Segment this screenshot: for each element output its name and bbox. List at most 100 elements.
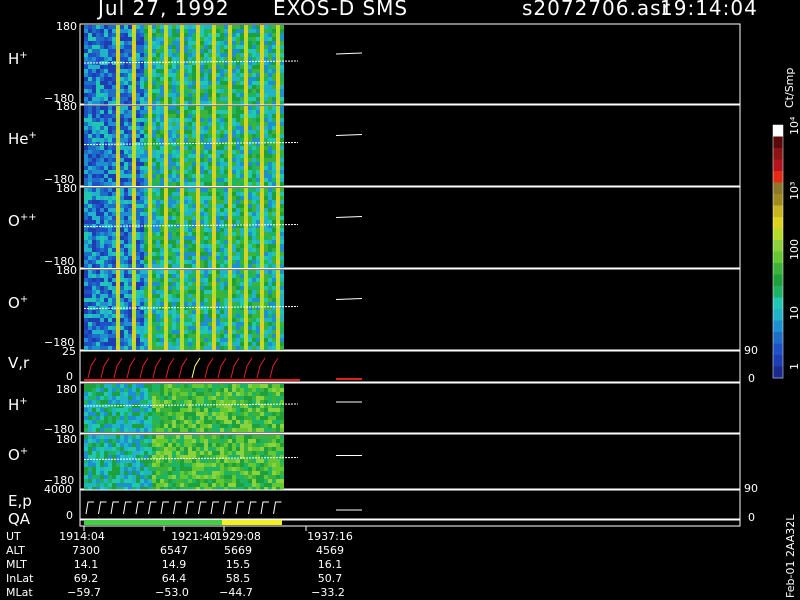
spectrogram-cell bbox=[200, 130, 204, 134]
spectrogram-cell bbox=[196, 101, 200, 105]
spectrogram-cell bbox=[100, 220, 104, 224]
spectrogram-cell bbox=[132, 260, 136, 264]
spectrogram-cell bbox=[108, 439, 112, 443]
spectrogram-cell bbox=[240, 126, 244, 130]
spectrogram-cell bbox=[168, 318, 172, 322]
spectrogram-cell bbox=[272, 342, 276, 346]
spectrogram-cell bbox=[172, 118, 176, 122]
spectrogram-cell bbox=[240, 166, 244, 170]
spectrogram-cell bbox=[216, 73, 220, 77]
spectrogram-cell bbox=[156, 302, 160, 306]
spectrogram-cell bbox=[144, 278, 148, 282]
spectrogram-cell bbox=[264, 302, 268, 306]
spectrogram-cell bbox=[256, 49, 260, 53]
spectrogram-cell bbox=[204, 97, 208, 101]
spectrogram-cell bbox=[248, 25, 252, 29]
spectrogram-cell bbox=[252, 236, 256, 240]
spectrogram-cell bbox=[180, 45, 184, 49]
spectrogram-cell bbox=[156, 126, 160, 130]
spectrogram-cell bbox=[196, 130, 200, 134]
spectrogram-cell bbox=[160, 248, 164, 252]
spectrogram-cell bbox=[96, 244, 100, 248]
spectrogram-cell bbox=[188, 270, 192, 274]
spectrogram-cell bbox=[176, 178, 180, 182]
spectrogram-cell bbox=[84, 412, 88, 416]
spectrogram-cell bbox=[196, 252, 200, 256]
spectrogram-cell bbox=[244, 114, 248, 118]
spectrogram-cell bbox=[172, 146, 176, 150]
spectrogram-cell bbox=[148, 330, 152, 334]
spectrogram-cell bbox=[232, 41, 236, 45]
spectrogram-cell bbox=[132, 420, 136, 424]
spectrogram-cell bbox=[124, 264, 128, 268]
spectrogram-cell bbox=[96, 192, 100, 196]
spectrogram-cell bbox=[204, 178, 208, 182]
spectrogram-cell bbox=[104, 170, 108, 174]
spectrogram-cell bbox=[148, 208, 152, 212]
spectrogram-cell bbox=[280, 122, 284, 126]
spectrogram-cell bbox=[216, 346, 220, 350]
spectrogram-cell bbox=[176, 475, 180, 479]
spectrogram-cell bbox=[220, 264, 224, 268]
spectrogram-cell bbox=[180, 346, 184, 350]
spectrogram-cell bbox=[236, 408, 240, 412]
spectrogram-cell bbox=[108, 25, 112, 29]
spectrogram-cell bbox=[268, 220, 272, 224]
spectrogram-cell bbox=[240, 310, 244, 314]
spectrogram-cell bbox=[196, 182, 200, 186]
spectrogram-cell bbox=[208, 314, 212, 318]
spectrogram-cell bbox=[204, 192, 208, 196]
spectrogram-cell bbox=[120, 451, 124, 455]
spectrogram-cell bbox=[148, 57, 152, 61]
spectrogram-cell bbox=[180, 338, 184, 342]
spectrogram-cell bbox=[152, 122, 156, 126]
spectrogram-cell bbox=[192, 57, 196, 61]
spectrogram-cell bbox=[172, 188, 176, 192]
spectrogram-cell bbox=[100, 424, 104, 428]
spectrogram-cell bbox=[152, 154, 156, 158]
spectrogram-cell bbox=[180, 212, 184, 216]
spectrogram-cell bbox=[104, 97, 108, 101]
spectrogram-cell bbox=[128, 326, 132, 330]
spectrogram-cell bbox=[120, 188, 124, 192]
spectrogram-cell bbox=[232, 130, 236, 134]
spectrogram-cell bbox=[208, 396, 212, 400]
spectrogram-cell bbox=[228, 412, 232, 416]
spectrogram-cell bbox=[248, 114, 252, 118]
spectrogram-cell bbox=[112, 208, 116, 212]
spectrogram-cell bbox=[244, 93, 248, 97]
spectrogram-cell bbox=[248, 33, 252, 37]
spectrogram-cell bbox=[184, 97, 188, 101]
spectrogram-cell bbox=[228, 126, 232, 130]
spectrogram-cell bbox=[100, 467, 104, 471]
spectrogram-cell bbox=[260, 338, 264, 342]
spectrogram-cell bbox=[240, 204, 244, 208]
spectrogram-cell bbox=[160, 53, 164, 57]
spectrogram-cell bbox=[268, 424, 272, 428]
spectrogram-cell bbox=[96, 178, 100, 182]
spectrogram-cell bbox=[180, 93, 184, 97]
spectrogram-cell bbox=[84, 451, 88, 455]
spectrogram-cell bbox=[116, 154, 120, 158]
spectrogram-cell bbox=[244, 97, 248, 101]
spectrogram-cell bbox=[184, 322, 188, 326]
spectrogram-cell bbox=[188, 216, 192, 220]
spectrogram-cell bbox=[176, 162, 180, 166]
spectrogram-cell bbox=[224, 236, 228, 240]
spectrogram-cell bbox=[180, 200, 184, 204]
spectrogram-cell bbox=[144, 208, 148, 212]
spectrogram-cell bbox=[132, 278, 136, 282]
spectrogram-cell bbox=[236, 81, 240, 85]
spectrogram-cell bbox=[184, 154, 188, 158]
spectrogram-cell bbox=[140, 182, 144, 186]
spectrogram-cell bbox=[152, 256, 156, 260]
spectrogram-cell bbox=[152, 428, 156, 432]
spectrogram-cell bbox=[140, 384, 144, 388]
spectrogram-cell bbox=[168, 188, 172, 192]
spectrogram-cell bbox=[192, 220, 196, 224]
spectrogram-cell bbox=[120, 200, 124, 204]
spectrogram-cell bbox=[248, 45, 252, 49]
spectrogram-cell bbox=[108, 178, 112, 182]
spectrogram-cell bbox=[276, 416, 280, 420]
spectrogram-cell bbox=[224, 220, 228, 224]
